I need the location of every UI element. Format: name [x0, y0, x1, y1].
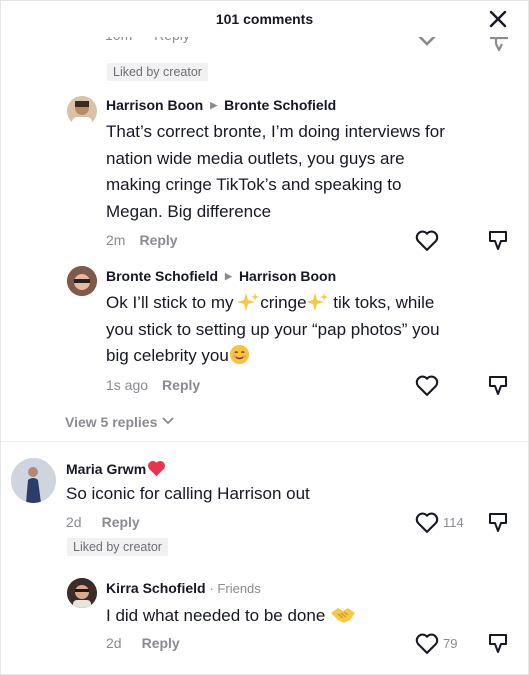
reply-button[interactable]: Reply: [142, 635, 180, 651]
heart-icon[interactable]: [414, 374, 440, 397]
comment-author[interactable]: Kirra Schofield: [106, 580, 206, 596]
handshake-emoji: [331, 608, 356, 623]
friends-tag: · Friends: [209, 581, 261, 596]
dislike-icon[interactable]: [488, 229, 510, 251]
comment-time: 2d: [66, 514, 82, 530]
heart-icon[interactable]: [414, 229, 440, 252]
comment-meta: 2m Reply: [106, 232, 178, 248]
comment-meta: 1s ago Reply: [106, 377, 200, 393]
comment-author[interactable]: Harrison Boon: [106, 97, 203, 113]
reply-to-author[interactable]: Bronte Schofield: [224, 97, 336, 113]
view-replies-button[interactable]: View 5 replies: [65, 414, 175, 430]
avatar[interactable]: [11, 458, 56, 503]
heart-icon[interactable]: [414, 632, 440, 655]
comments-header: 101 comments: [1, 1, 528, 37]
comment-text-part: cringe: [260, 293, 307, 312]
sparkles-icon: [306, 293, 328, 311]
comment-line: making cringe TikTok’s and speaking to: [106, 175, 402, 194]
comment-line: Ok I’ll stick to my cringe tik toks, whi…: [106, 290, 440, 317]
page-title: 101 comments: [215, 11, 314, 27]
comment-author-line: Bronte Schofield ▶ Harrison Boon: [106, 268, 336, 284]
comment-line: nation wide media outlets, you guys are: [106, 148, 405, 168]
comment-text: That’s correct bronte, I’m doing intervi…: [106, 119, 445, 225]
play-arrow-icon: ▶: [210, 100, 218, 110]
reply-button[interactable]: Reply: [102, 514, 140, 530]
comment-author[interactable]: Bronte Schofield: [106, 268, 218, 284]
reply-button[interactable]: Reply: [139, 232, 177, 248]
comments-panel: 10m Reply Liked by creator Harrison Boon…: [0, 0, 529, 675]
comment-line: That’s correct bronte, I’m doing intervi…: [106, 122, 445, 141]
comment-meta: 2d Reply: [106, 635, 180, 651]
comment-time: 2m: [106, 232, 126, 248]
dislike-icon[interactable]: [488, 511, 510, 533]
heart-icon[interactable]: [414, 511, 440, 534]
comment-line: big celebrity you: [106, 343, 440, 370]
comment-line: you stick to setting up your “pap photos…: [106, 319, 440, 339]
comment-author[interactable]: Maria Grwm: [66, 461, 146, 477]
comment-text: I did what needed to be done: [106, 603, 356, 630]
avatar[interactable]: [67, 96, 97, 126]
comment-author-line: Maria Grwm: [66, 460, 166, 477]
comment-text-part: I did what needed to be done: [106, 606, 326, 625]
divider: [1, 441, 528, 442]
dislike-icon[interactable]: [488, 632, 510, 654]
chevron-down-icon: [162, 417, 174, 425]
comment-text-part: big celebrity you: [106, 346, 229, 365]
comment-time: 1s ago: [106, 377, 149, 393]
like-count: 114: [443, 515, 464, 530]
liked-by-creator-badge: Liked by creator: [107, 63, 208, 81]
dislike-icon[interactable]: [488, 37, 510, 51]
comment-author-line: Harrison Boon ▶ Bronte Schofield: [106, 97, 336, 113]
comment-text-part: tik toks, while: [328, 293, 435, 312]
avatar[interactable]: [67, 578, 97, 608]
comment-text: So iconic for calling Harrison out: [66, 484, 310, 503]
play-arrow-icon: ▶: [225, 271, 232, 281]
close-icon[interactable]: [486, 7, 510, 31]
dislike-icon[interactable]: [488, 374, 510, 396]
reply-button[interactable]: Reply: [162, 377, 200, 393]
comment-author-line: Kirra Schofield · Friends: [106, 580, 261, 596]
comment-text: Ok I’ll stick to my cringe tik toks, whi…: [106, 290, 440, 370]
avatar[interactable]: [67, 266, 97, 296]
comment-line: Megan. Big difference: [106, 201, 272, 221]
like-count: 79: [443, 636, 458, 651]
reply-to-author[interactable]: Harrison Boon: [239, 268, 336, 284]
liked-by-creator-badge: Liked by creator: [67, 538, 168, 556]
smiling-face-emoji: [229, 344, 249, 365]
sparkles-icon: [238, 293, 260, 311]
comment-time: 2d: [106, 635, 122, 651]
red-heart-emoji: [148, 460, 166, 477]
comment-text-part: Ok I’ll stick to my: [106, 293, 239, 312]
view-replies-label: View 5 replies: [65, 414, 158, 430]
comment-meta: 2d Reply: [66, 514, 140, 530]
